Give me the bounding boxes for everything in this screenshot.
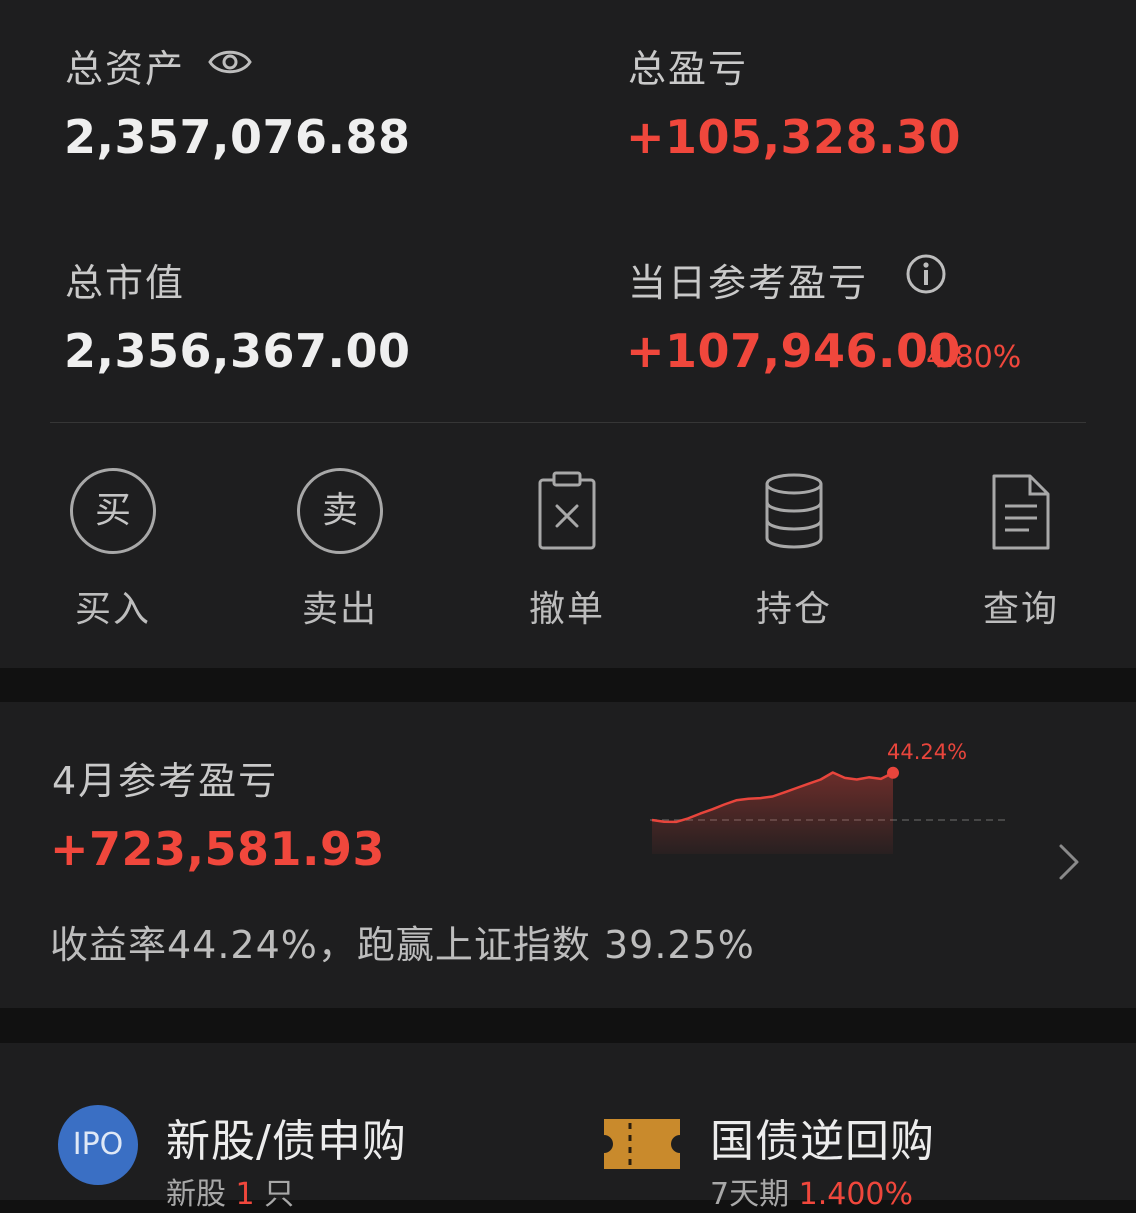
- eye-icon[interactable]: [208, 44, 252, 80]
- monthly-pnl-title: 4月参考盈亏: [52, 759, 279, 803]
- daily-pnl-value: +107,946.00: [626, 324, 962, 378]
- ipo-icon: IPO: [58, 1105, 138, 1185]
- sell-label: 卖出: [301, 589, 378, 630]
- chart-end-label: 44.24%: [887, 740, 967, 764]
- ticket-icon: [604, 1119, 680, 1169]
- return-summary-text: 收益率44.24%，跑赢上证指数 39.25%: [50, 923, 755, 967]
- query-document-icon: [992, 474, 1050, 550]
- ipo-title: 新股/债申购: [166, 1116, 407, 1167]
- query-label: 查询: [982, 589, 1059, 630]
- monthly-pnl-card[interactable]: 4月参考盈亏 +723,581.93 收益率44.24%，跑赢上证指数 39.2…: [0, 702, 1136, 1008]
- positions-icon: [765, 473, 823, 549]
- ipo-subtitle: 新股 1 只: [166, 1177, 295, 1212]
- cancel-order-button[interactable]: 撤单: [502, 466, 632, 636]
- total-pnl-label: 总盈亏: [628, 47, 749, 91]
- info-icon[interactable]: [904, 252, 948, 296]
- monthly-return-chart: 44.24%: [650, 740, 1010, 854]
- repo-rate: 1.400%: [798, 1177, 914, 1212]
- cancel-order-icon: [538, 471, 596, 550]
- account-summary-panel: 总资产 2,357,076.88 总盈亏 +105,328.30 总市值 2,3…: [0, 0, 1136, 668]
- divider: [50, 422, 1086, 423]
- total-pnl-value: +105,328.30: [626, 110, 962, 164]
- ipo-subscription-entry[interactable]: IPO 新股/债申购 新股 1 只: [40, 1065, 540, 1212]
- services-panel: IPO 新股/债申购 新股 1 只 国债逆回购 7天期 1.400%: [0, 1043, 1136, 1212]
- buy-icon: 买: [70, 466, 156, 556]
- treasury-repo-entry[interactable]: 国债逆回购 7天期 1.400%: [596, 1065, 1116, 1212]
- daily-pnl-percent: 4.80%: [926, 340, 1022, 375]
- ipo-count: 1: [235, 1177, 255, 1212]
- total-assets-value: 2,357,076.88: [64, 110, 411, 164]
- market-value-value: 2,356,367.00: [64, 324, 411, 378]
- cancel-order-label: 撤单: [528, 589, 605, 630]
- buy-button[interactable]: 买 买入: [48, 466, 178, 636]
- positions-label: 持仓: [755, 589, 832, 630]
- monthly-pnl-value: +723,581.93: [50, 822, 386, 876]
- sell-icon: 卖: [297, 466, 383, 556]
- daily-pnl-label: 当日参考盈亏: [628, 261, 869, 305]
- total-assets-label: 总资产: [65, 47, 186, 91]
- sell-button[interactable]: 卖 卖出: [275, 466, 405, 636]
- chart-end-dot: [887, 766, 899, 779]
- repo-title: 国债逆回购: [710, 1116, 935, 1167]
- query-button[interactable]: 查询: [956, 466, 1086, 636]
- buy-label: 买入: [74, 589, 151, 630]
- repo-subtitle: 7天期 1.400%: [710, 1177, 914, 1212]
- positions-button[interactable]: 持仓: [729, 466, 859, 636]
- market-value-label: 总市值: [65, 261, 186, 305]
- chevron-right-icon[interactable]: [1056, 842, 1082, 882]
- chart-area: [652, 772, 893, 854]
